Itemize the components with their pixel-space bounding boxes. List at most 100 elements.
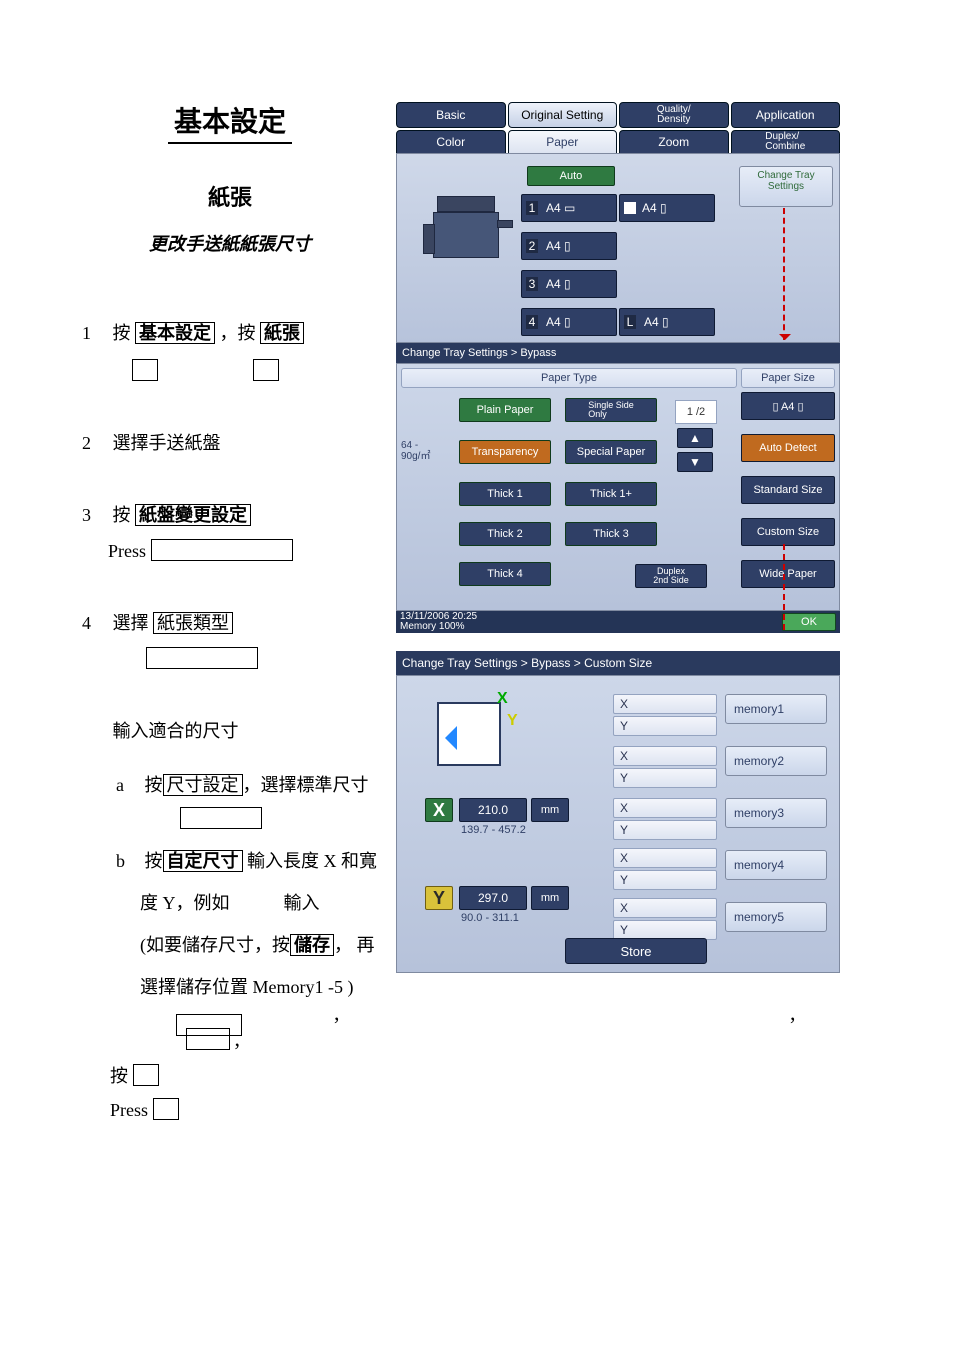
status-bar: 13/11/2006 20:25 Memory 100% OK <box>396 611 840 633</box>
s1-box1: 基本設定 <box>135 322 215 344</box>
memory5-button[interactable]: memory5 <box>725 902 827 932</box>
sub-tabs: Color Paper Zoom Duplex/ Combine <box>396 130 840 154</box>
empty-box <box>146 647 258 669</box>
xy-display-4x: X <box>613 848 717 868</box>
thick1p-button[interactable]: Thick 1+ <box>565 482 657 506</box>
hdr-paper-size: Paper Size <box>741 368 835 388</box>
empty-box <box>153 1098 179 1120</box>
xy-display-2x: X <box>613 746 717 766</box>
custom-size-button[interactable]: Custom Size <box>741 518 835 546</box>
breadcrumb-1: Change Tray Settings > Bypass <box>396 343 840 363</box>
auto-detect-button[interactable]: Auto Detect <box>741 434 835 462</box>
duplex-2nd-button[interactable]: Duplex 2nd Side <box>635 564 707 588</box>
memory3-button[interactable]: memory3 <box>725 798 827 828</box>
tray-1[interactable]: 1A4 ▭ <box>521 194 617 222</box>
tab-application[interactable]: Application <box>731 102 841 128</box>
ok-button[interactable]: OK <box>782 613 836 631</box>
xy-display-5x: X <box>613 898 717 918</box>
wide-paper-button[interactable]: Wide Paper <box>741 560 835 588</box>
tab-basic[interactable]: Basic <box>396 102 506 128</box>
press-cn: 按 <box>110 1062 159 1088</box>
page-up-button[interactable]: ▲ <box>677 428 713 448</box>
memory1-button[interactable]: memory1 <box>725 694 827 724</box>
tab-duplex[interactable]: Duplex/ Combine <box>731 130 841 154</box>
tab-original[interactable]: Original Setting <box>508 102 618 128</box>
x-value-input[interactable]: 210.0 <box>459 798 527 822</box>
press-en: Press <box>110 1098 179 1121</box>
xy-display-5y: Y <box>613 920 717 940</box>
page-indicator: 1 /2 <box>675 400 717 424</box>
x-letter: X <box>497 690 508 708</box>
tray-canvas: Auto 1A4 ▭ A4 ▯ 2A4 ▯ 3A4 ▯ 4A4 ▯ LA4 ▯ … <box>396 153 840 343</box>
tab-duplex-label: Duplex/ Combine <box>765 132 805 152</box>
b3-pre: (如要儲存尺寸，按 <box>140 935 290 955</box>
store-button[interactable]: Store <box>565 938 707 964</box>
s4-box1: 紙張類型 <box>153 612 233 634</box>
heading-block: 基本設定 紙張 更改手送紙紙張尺寸 <box>120 100 340 256</box>
step-1: 1 按 基本設定 ，按 紙張 <box>82 318 382 386</box>
y-value-input[interactable]: 297.0 <box>459 886 527 910</box>
comma: , <box>790 1000 796 1026</box>
tray-icon <box>624 202 636 214</box>
tab-quality[interactable]: Quality/ Density <box>619 102 729 128</box>
tray-1-label: A4 ▭ <box>546 201 575 215</box>
auto-button[interactable]: Auto <box>527 166 615 186</box>
tray-4[interactable]: 4A4 ▯ <box>521 308 617 336</box>
s2-text: 選擇手送紙盤 <box>113 433 221 453</box>
memory4-button[interactable]: memory4 <box>725 850 827 880</box>
special-paper-button[interactable]: Special Paper <box>565 440 657 464</box>
tray-3-label: A4 ▯ <box>546 277 571 291</box>
s3-box1: 紙盤變更設定 <box>135 504 251 526</box>
tray-4-label: A4 ▯ <box>546 315 571 329</box>
step-2: 2 選擇手送紙盤 <box>82 428 382 458</box>
document-icon: X Y <box>437 692 511 766</box>
b-line3: (如要儲存尺寸，按儲存， 再 <box>140 930 382 960</box>
thick1-button[interactable]: Thick 1 <box>459 482 551 506</box>
copier-icon <box>419 190 507 266</box>
tray-r1[interactable]: A4 ▯ <box>619 194 715 222</box>
tray-3[interactable]: 3A4 ▯ <box>521 270 617 298</box>
sub-b: b 按自定尺寸 輸入長度 X 和寬 <box>116 846 382 876</box>
standard-size-button[interactable]: Standard Size <box>741 476 835 504</box>
thick2-button[interactable]: Thick 2 <box>459 522 551 546</box>
trailing-boxes: , <box>186 1026 240 1052</box>
a-pre: 按 <box>145 775 163 795</box>
x-label-badge: X <box>425 798 453 822</box>
y-unit: mm <box>531 886 569 910</box>
size-a4-button[interactable]: ▯ A4 ▯ <box>741 392 835 420</box>
b-mid: 輸入長度 X 和寬 <box>243 851 378 871</box>
change-tray-button[interactable]: Change Tray Settings <box>739 166 833 207</box>
thick4-button[interactable]: Thick 4 <box>459 562 551 586</box>
single-side-button[interactable]: Single Side Only <box>565 398 657 422</box>
tab-paper[interactable]: Paper <box>508 130 618 154</box>
b-pre: 按 <box>145 851 163 871</box>
letter-a: a <box>116 770 140 800</box>
memory2-button[interactable]: memory2 <box>725 746 827 776</box>
empty-box <box>133 1064 159 1086</box>
s1-box2: 紙張 <box>260 322 304 344</box>
tray-r4-label: A4 ▯ <box>644 315 669 329</box>
tab-color[interactable]: Color <box>396 130 506 154</box>
plain-paper-button[interactable]: Plain Paper <box>459 398 551 422</box>
step-5: 輸入適合的尺寸 <box>82 716 382 746</box>
tray-r4[interactable]: LA4 ▯ <box>619 308 715 336</box>
hdr-paper-type: Paper Type <box>401 368 737 388</box>
sub-a: a 按尺寸設定，選擇標準尺寸 <box>116 770 382 834</box>
memory-column: memory1 memory2 memory3 memory4 memory5 <box>725 694 827 954</box>
b-box: 自定尺寸 <box>163 850 243 872</box>
thick3-button[interactable]: Thick 3 <box>565 522 657 546</box>
tab-zoom[interactable]: Zoom <box>619 130 729 154</box>
b3-post: ， 再 <box>334 935 375 955</box>
page-down-button[interactable]: ▼ <box>677 452 713 472</box>
a-post: ，選擇標準尺寸 <box>243 775 369 795</box>
b3-box: 儲存 <box>290 934 334 956</box>
empty-box <box>186 1028 230 1050</box>
heading-subtitle: 紙張 <box>120 180 340 212</box>
custom-size-panel: X Y X 210.0 mm 139.7 - 457.2 Y 297.0 mm … <box>396 675 840 973</box>
tab-paper-label: Paper <box>546 135 578 149</box>
tab-zoom-label: Zoom <box>658 135 689 149</box>
printer-ui: Basic Original Setting Quality/ Density … <box>396 102 840 973</box>
transparency-button[interactable]: Transparency <box>459 440 551 464</box>
comma: , <box>334 1000 340 1026</box>
tray-2[interactable]: 2A4 ▯ <box>521 232 617 260</box>
